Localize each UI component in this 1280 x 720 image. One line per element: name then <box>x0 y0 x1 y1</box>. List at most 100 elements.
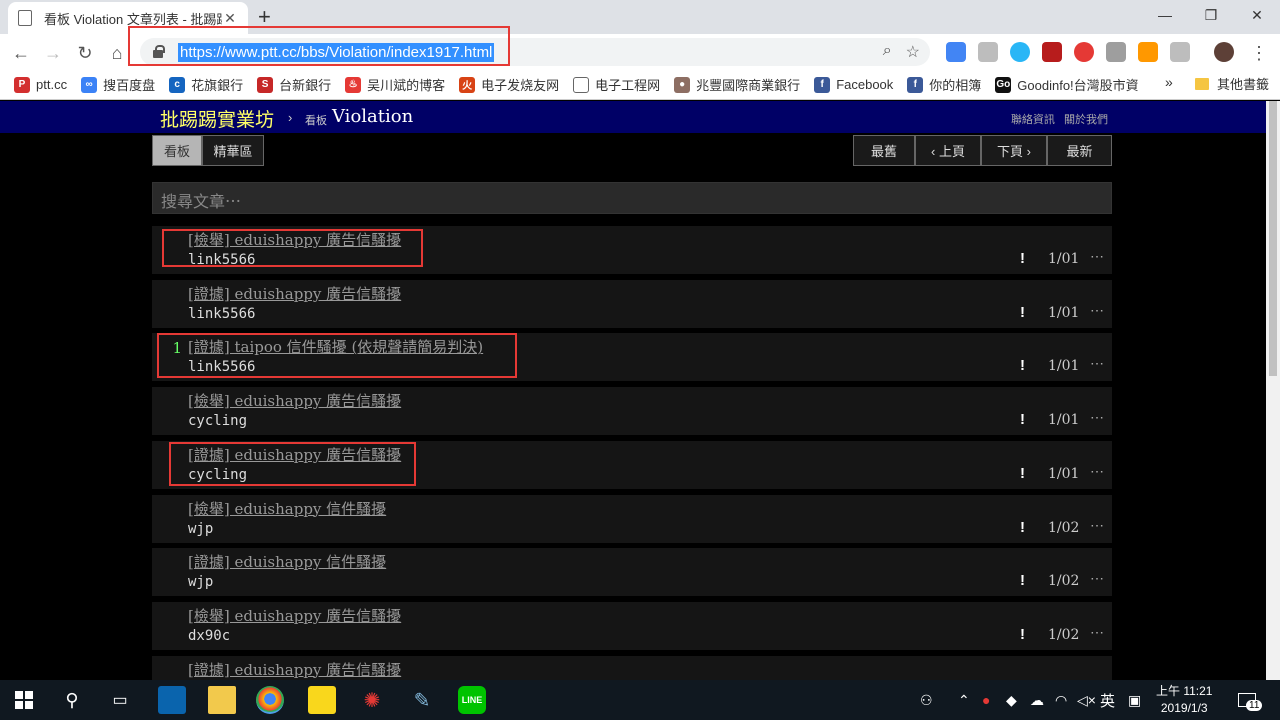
cloud-extension-icon[interactable] <box>1010 42 1030 62</box>
search-icon[interactable]: ⚲ <box>58 686 86 714</box>
notification-icon[interactable]: 11 <box>1238 680 1263 720</box>
article-row: [檢舉] eduishappy 廣告信騷擾 dx90c! 1/02 ⋯ <box>152 601 1112 650</box>
chrome-icon[interactable] <box>256 686 284 714</box>
more-menu-button[interactable]: ⋯ <box>1090 463 1104 480</box>
mark-icon: ! <box>1020 250 1025 267</box>
opera-extension-icon[interactable] <box>1074 42 1094 62</box>
prev-page-button[interactable]: ‹ 上頁 <box>915 135 981 166</box>
smart-extension-icon[interactable] <box>1138 42 1158 62</box>
close-window-button[interactable]: ✕ <box>1234 0 1280 30</box>
tab-board[interactable]: 看板 <box>152 135 202 166</box>
bookmark-star-icon[interactable]: ☆ <box>906 42 920 62</box>
outlook-icon[interactable] <box>158 686 186 714</box>
bookmark-label: 搜百度盘 <box>103 78 156 93</box>
translate-extension-icon[interactable] <box>946 42 966 62</box>
article-title-link[interactable]: [證據] eduishappy 廣告信騷擾 <box>188 659 401 680</box>
bookmarks-overflow-button[interactable]: » <box>1165 74 1173 90</box>
contact-link[interactable]: 聯絡資訊 <box>1011 114 1055 126</box>
ptt-logo[interactable]: 批踢踢實業坊 <box>160 105 274 132</box>
more-menu-button[interactable]: ⋯ <box>1090 517 1104 534</box>
show-hidden-icons[interactable]: ⌃ <box>958 680 970 720</box>
article-title-link[interactable]: [證據] eduishappy 廣告信騷擾 <box>188 283 401 304</box>
paint-icon[interactable]: ✎ <box>408 686 436 714</box>
article-title-link[interactable]: [檢舉] eduishappy 廣告信騷擾 <box>188 605 401 626</box>
clock[interactable]: 上午 11:21 2019/1/3 <box>1156 683 1212 717</box>
bookmark-item[interactable]: ● 兆豐國際商業銀行 <box>674 75 800 94</box>
bookmark-favicon-icon: f <box>907 76 924 93</box>
wifi-icon[interactable]: ◠ <box>1055 680 1067 720</box>
article-date: 1/01 <box>1048 304 1080 321</box>
bookmark-item[interactable]: Go Goodinfo!台灣股市資 <box>995 75 1139 94</box>
article-title-link[interactable]: [證據] eduishappy 信件騷擾 <box>188 551 386 572</box>
bookmark-item[interactable]: 火电子发烧友网 <box>459 75 559 94</box>
next-page-button[interactable]: 下頁 › <box>981 135 1047 166</box>
page-icon <box>18 10 32 26</box>
board-tabs: 看板 精華區 <box>152 135 264 166</box>
avatar[interactable] <box>1214 42 1234 62</box>
more-menu-button[interactable]: ⋯ <box>1090 624 1104 641</box>
annotation-box-2 <box>157 333 517 378</box>
board-name[interactable]: Violation <box>332 106 413 127</box>
more-menu-button[interactable]: ⋯ <box>1090 409 1104 426</box>
bookmark-favicon-icon: S <box>257 76 274 93</box>
puzzle-extension-icon[interactable] <box>1170 42 1190 62</box>
article-author: link5566 <box>188 305 256 322</box>
annotation-box-url <box>128 26 510 66</box>
minimize-button[interactable]: — <box>1142 0 1188 30</box>
bookmark-item[interactable]: 电子工程网 <box>573 75 660 94</box>
dropbox-icon[interactable]: ◆ <box>1006 680 1017 720</box>
mark-icon: ! <box>1020 303 1025 321</box>
newest-button[interactable]: 最新 <box>1047 135 1112 166</box>
other-bookmarks[interactable]: 其他書籤 <box>1195 74 1269 93</box>
app-icon-yellow[interactable] <box>308 686 336 714</box>
bookmark-label: ptt.cc <box>36 77 68 92</box>
drive-extension-icon[interactable] <box>1106 42 1126 62</box>
scrollbar-thumb[interactable] <box>1269 101 1277 376</box>
article-date: 1/02 <box>1048 573 1080 590</box>
notification-count: 11 <box>1246 700 1263 711</box>
bookmark-favicon-icon: Go <box>995 76 1012 93</box>
bookmark-item[interactable]: f Facebook <box>814 76 893 93</box>
back-button[interactable]: ← <box>8 40 34 66</box>
ime-indicator[interactable]: 英 <box>1100 680 1115 720</box>
restore-button[interactable]: ❐ <box>1188 0 1234 30</box>
close-tab-icon[interactable]: ✕ <box>222 10 238 27</box>
volume-icon[interactable]: ◁× <box>1077 680 1096 720</box>
cloud-icon[interactable]: ☁ <box>1030 680 1044 720</box>
more-menu-button[interactable]: ⋯ <box>1090 570 1104 587</box>
extension-icon[interactable] <box>978 42 998 62</box>
reload-button[interactable]: ↻ <box>72 40 98 66</box>
antivirus-icon[interactable]: ● <box>982 680 990 720</box>
more-menu-button[interactable]: ⋯ <box>1090 302 1104 319</box>
forward-button[interactable]: → <box>40 40 66 66</box>
menu-icon[interactable]: ⋮ <box>1246 40 1272 66</box>
oldest-button[interactable]: 最舊 <box>853 135 915 166</box>
mark-icon: ! <box>1020 625 1025 643</box>
about-link[interactable]: 關於我們 <box>1064 114 1108 126</box>
article-title-link[interactable]: [檢舉] eduishappy 信件騷擾 <box>188 498 386 519</box>
bookmark-item[interactable]: ∞ 搜百度盘 <box>81 75 155 94</box>
people-icon[interactable]: ⚇ <box>920 680 933 720</box>
more-menu-button[interactable]: ⋯ <box>1090 248 1104 265</box>
bookmark-item[interactable]: c 花旗銀行 <box>169 75 243 94</box>
home-button[interactable]: ⌂ <box>104 40 130 66</box>
keyboard-icon[interactable]: ▣ <box>1128 680 1141 720</box>
bookmark-item[interactable]: Pptt.cc <box>14 76 68 93</box>
bookmark-item[interactable]: f 你的相簿 <box>907 75 981 94</box>
file-explorer-icon[interactable] <box>208 686 236 714</box>
zoom-icon[interactable]: ⌕ <box>883 42 892 62</box>
task-view-icon[interactable]: ▭ <box>106 686 134 714</box>
top-links: 聯絡資訊 關於我們 <box>1005 111 1108 127</box>
network-app-icon[interactable]: ✺ <box>358 686 386 714</box>
article-title-link[interactable]: [檢舉] eduishappy 廣告信騷擾 <box>188 390 401 411</box>
search-input[interactable]: 搜尋文章⋯ <box>152 182 1112 214</box>
more-menu-button[interactable]: ⋯ <box>1090 355 1104 372</box>
page-scrollbar[interactable] <box>1266 101 1280 680</box>
line-icon[interactable]: LINE <box>458 686 486 714</box>
bookmark-item[interactable]: ♨ 吴川斌的博客 <box>345 75 445 94</box>
windows-start-icon[interactable] <box>10 686 38 714</box>
pdf-extension-icon[interactable] <box>1042 42 1062 62</box>
tab-digest[interactable]: 精華區 <box>202 135 264 166</box>
bookmark-item[interactable]: S 台新銀行 <box>257 75 331 94</box>
bookmark-favicon-icon: f <box>814 76 831 93</box>
